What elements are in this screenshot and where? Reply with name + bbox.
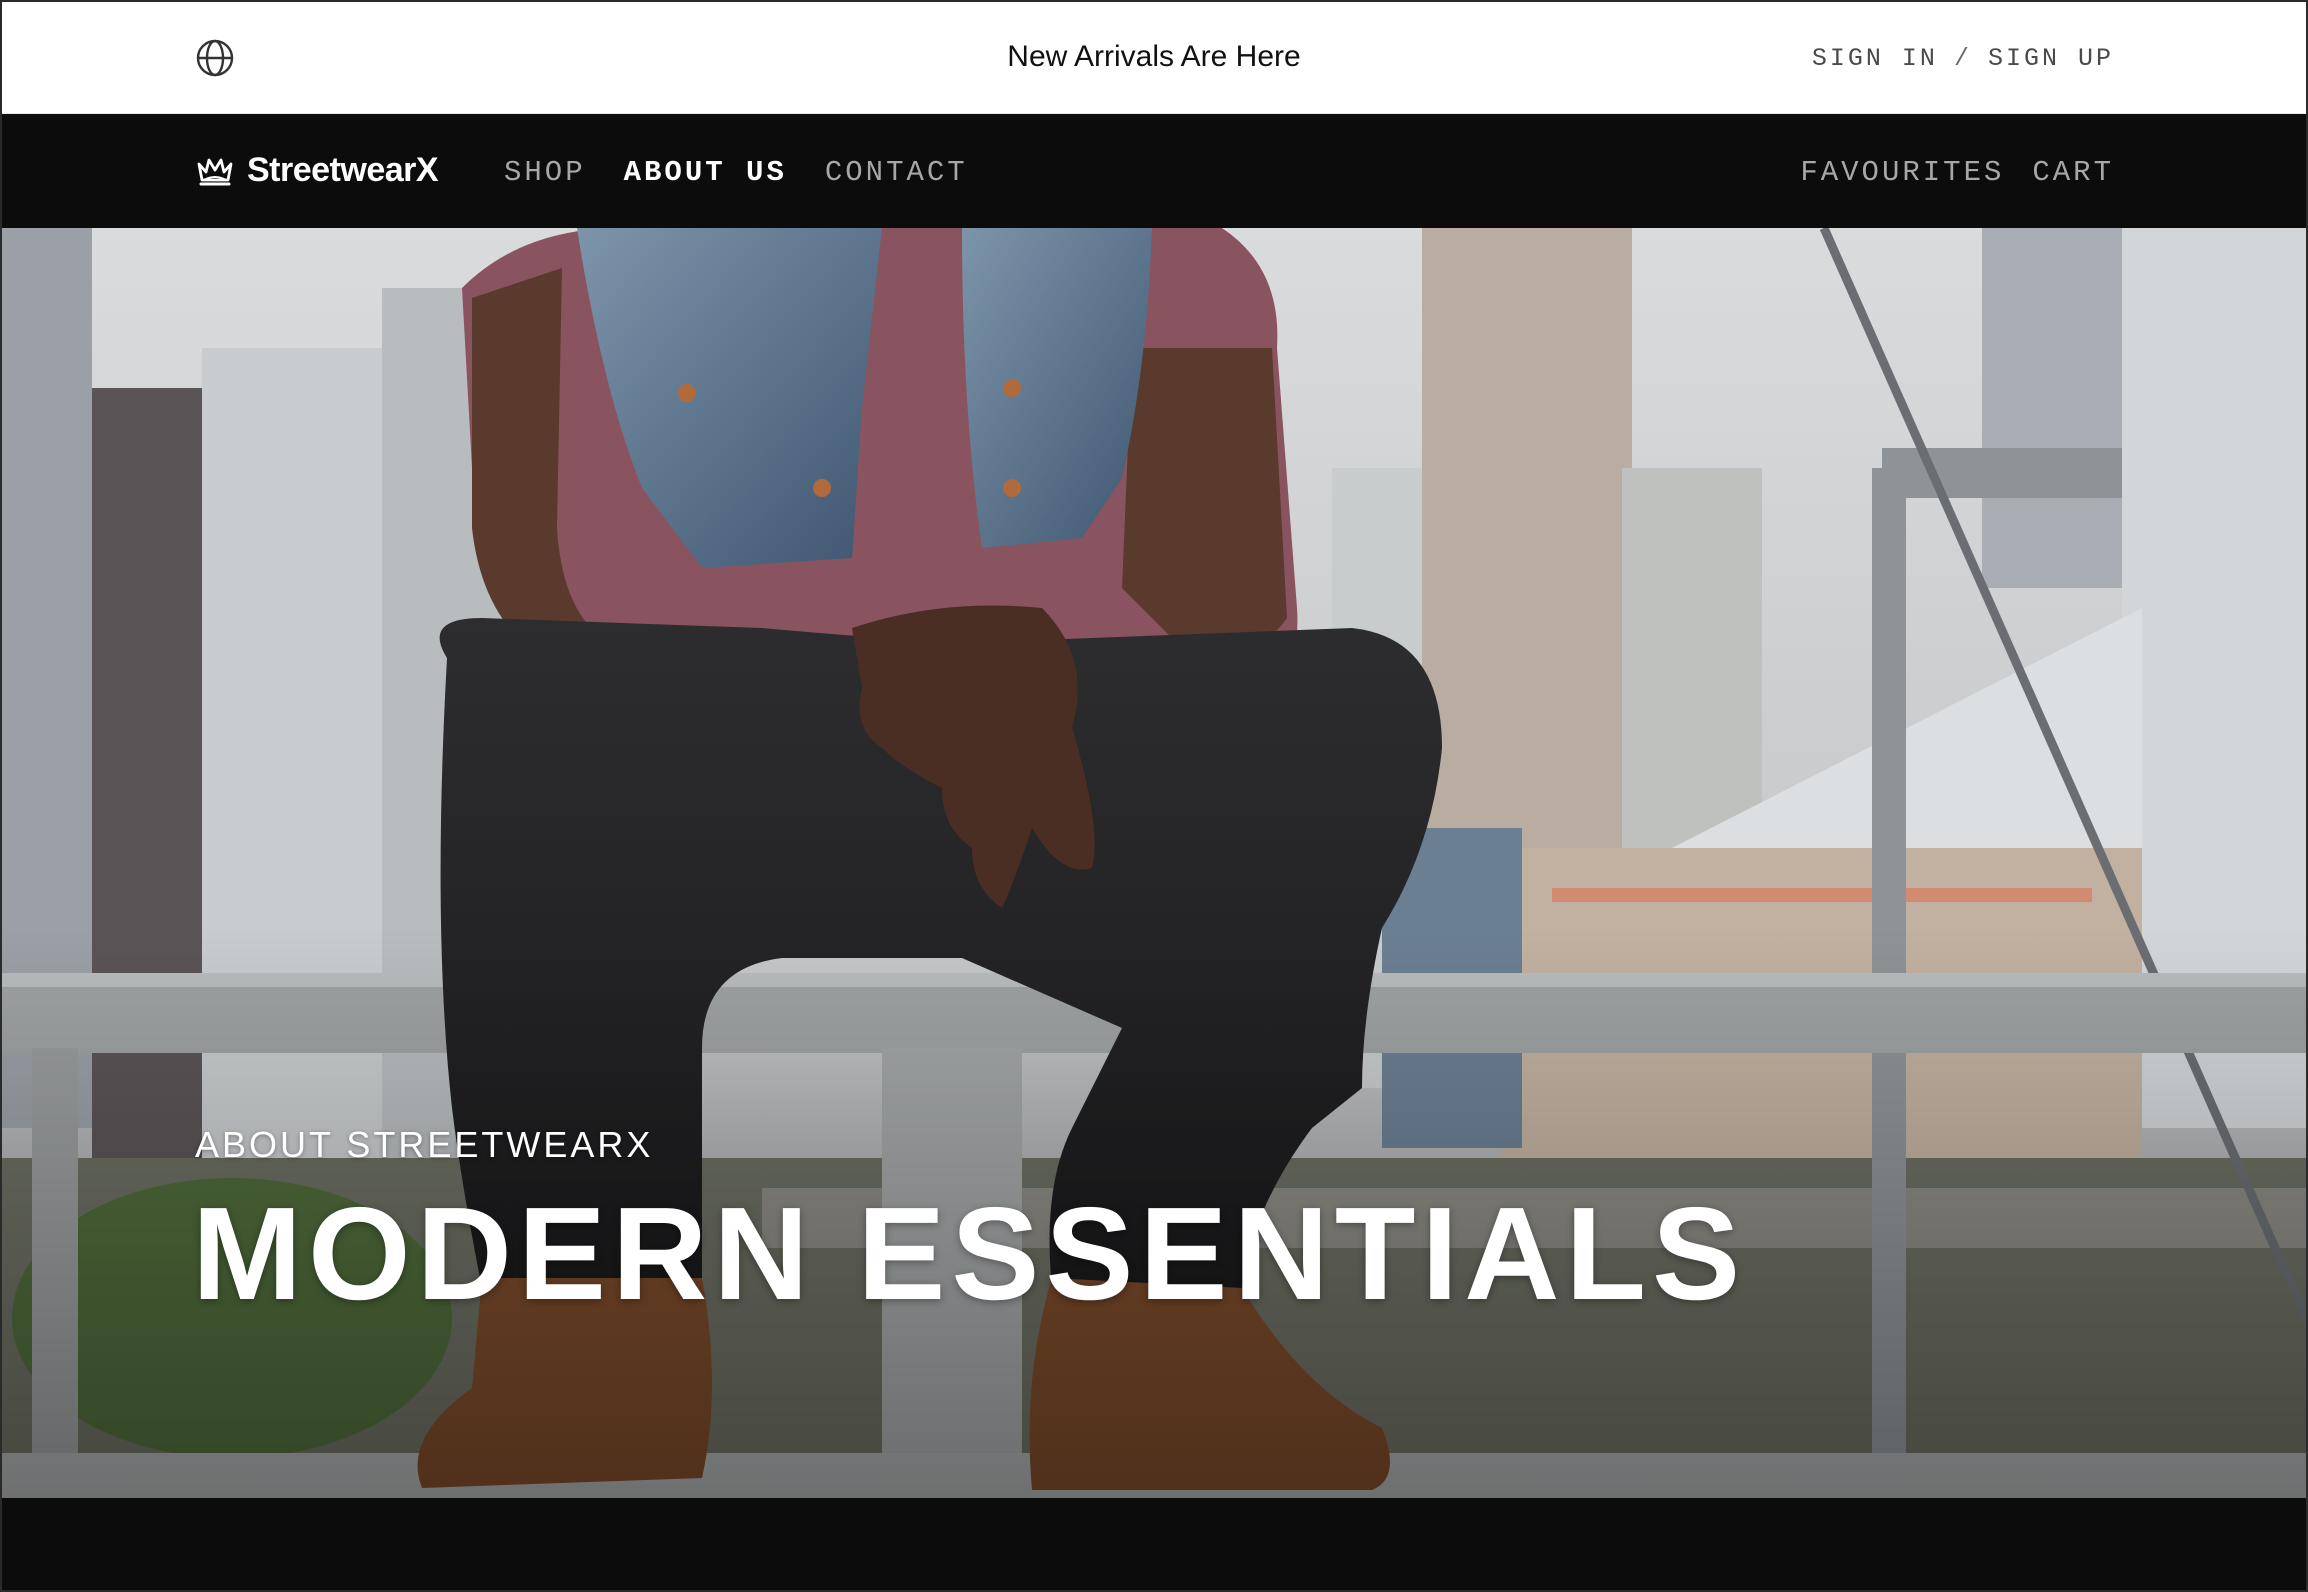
nav-link-contact[interactable]: CONTACT bbox=[825, 156, 968, 189]
crown-icon bbox=[197, 158, 233, 186]
nav-link-about-us[interactable]: ABOUT US bbox=[624, 156, 787, 189]
nav-link-cart[interactable]: CART bbox=[2032, 156, 2114, 189]
primary-nav-links: SHOP ABOUT US CONTACT bbox=[504, 156, 968, 189]
sign-in-link[interactable]: SIGN IN bbox=[1812, 44, 1938, 73]
bottom-strip bbox=[2, 1498, 2306, 1590]
secondary-nav-links: FAVOURITES CART bbox=[1800, 156, 2114, 189]
hero-eyebrow: ABOUT STREETWEARX bbox=[195, 1124, 654, 1165]
hero-title: MODERN ESSENTIALS bbox=[192, 1180, 1747, 1327]
announcement-bar: New Arrivals Are Here SIGN IN / SIGN UP bbox=[2, 2, 2306, 114]
nav-link-shop[interactable]: SHOP bbox=[504, 156, 586, 189]
brand-name: StreetwearX bbox=[247, 150, 439, 189]
brand-logo[interactable]: StreetwearX bbox=[195, 150, 439, 190]
auth-links: SIGN IN / SIGN UP bbox=[1812, 44, 2114, 73]
nav-link-favourites[interactable]: FAVOURITES bbox=[1800, 156, 2004, 189]
hero-section: ABOUT STREETWEARX MODERN ESSENTIALS bbox=[2, 228, 2306, 1498]
auth-separator: / bbox=[1953, 44, 1972, 73]
sign-up-link[interactable]: SIGN UP bbox=[1988, 44, 2114, 73]
main-nav: StreetwearX SHOP ABOUT US CONTACT FAVOUR… bbox=[2, 114, 2306, 228]
